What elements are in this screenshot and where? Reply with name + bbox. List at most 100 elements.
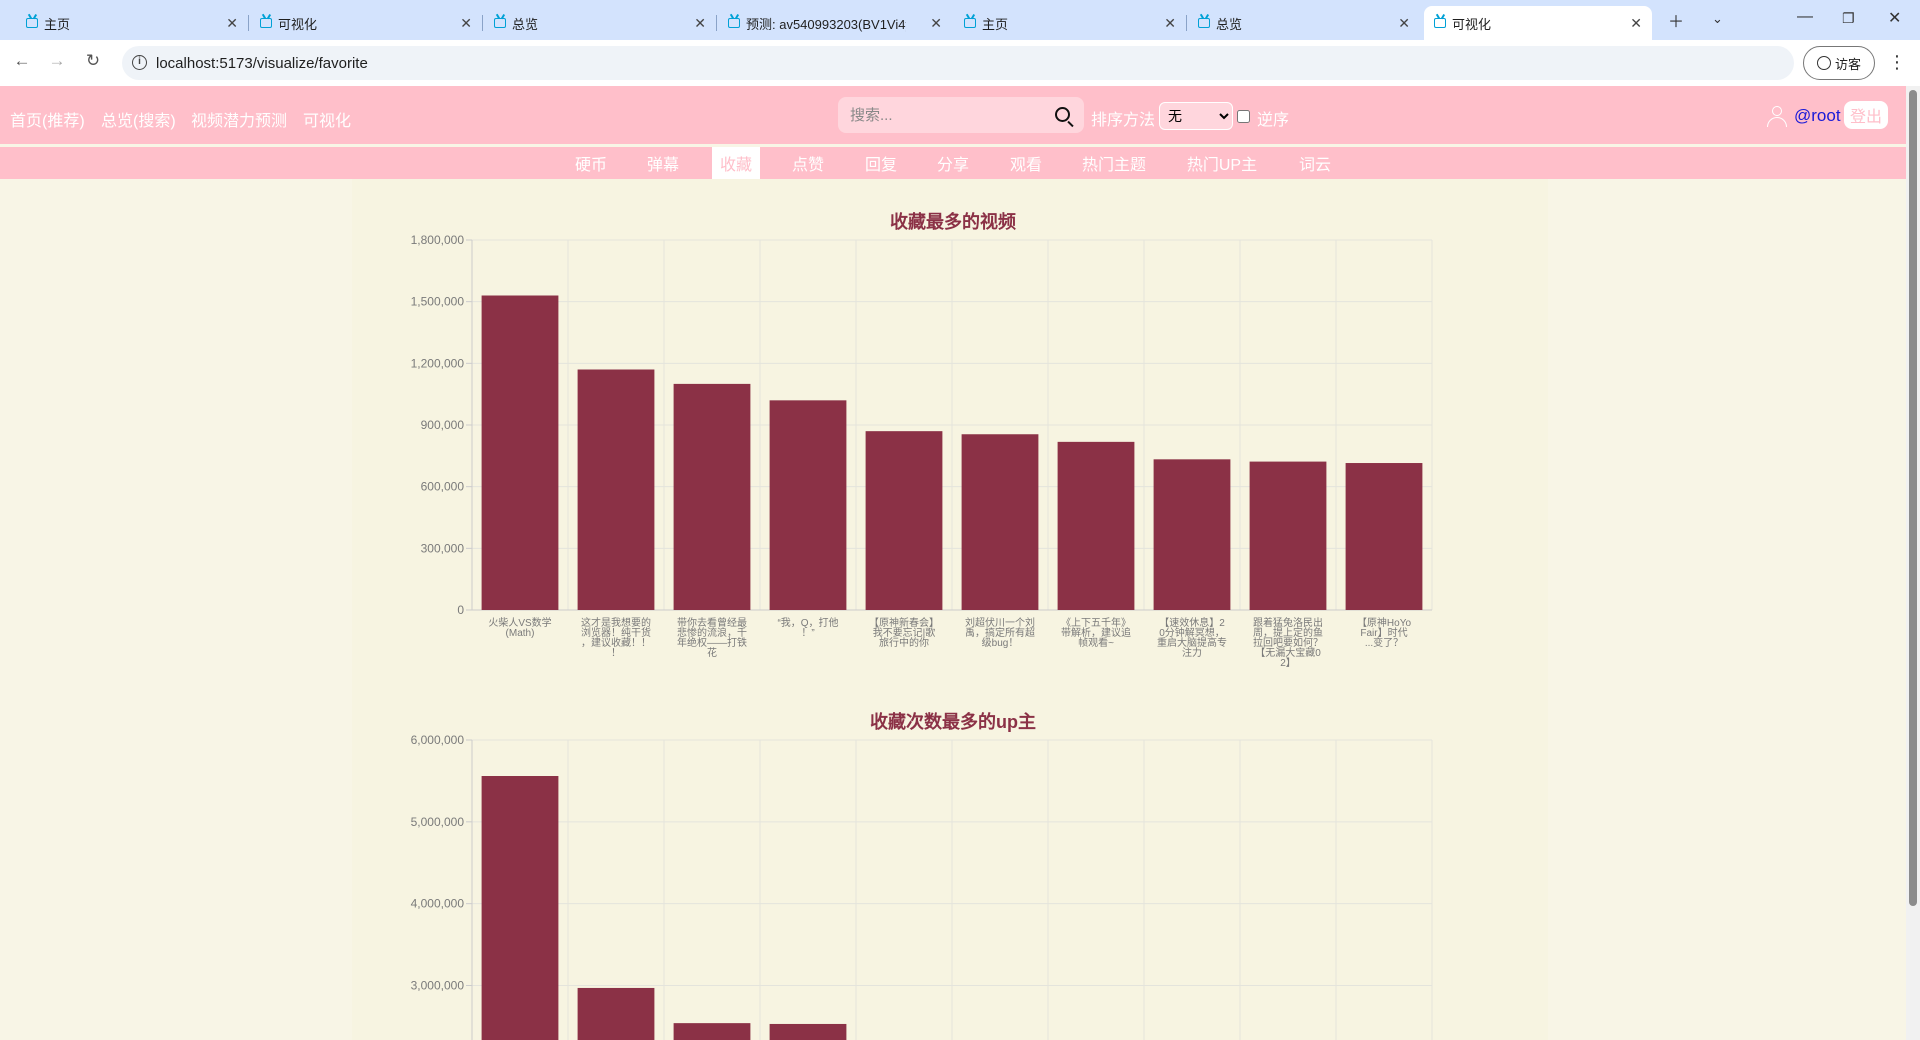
- site-info-icon[interactable]: i: [132, 55, 147, 70]
- chart-bar: [481, 295, 559, 610]
- reload-icon[interactable]: ↻: [81, 51, 105, 71]
- chart-bar: [961, 434, 1039, 610]
- close-tab-icon[interactable]: ✕: [1398, 15, 1410, 32]
- chart-bar: [1153, 459, 1231, 610]
- sub-tab-hot-uploaders[interactable]: 热门UP主: [1182, 147, 1262, 179]
- y-tick-label: 300,000: [421, 541, 465, 555]
- new-tab-icon[interactable]: ＋: [1668, 8, 1684, 32]
- chart-title-top-videos: 收藏最多的视频: [890, 212, 1016, 232]
- nav-link-home[interactable]: 首页(推荐): [10, 107, 85, 131]
- chart-bar: [673, 1023, 751, 1040]
- reverse-label: 逆序: [1257, 112, 1290, 129]
- close-tab-icon[interactable]: ✕: [694, 15, 706, 32]
- browser-tab[interactable]: 预测: av540993203(BV1Vi4y ✕: [718, 6, 952, 40]
- reverse-checkbox[interactable]: [1237, 110, 1250, 123]
- forward-arrow-icon[interactable]: →: [45, 51, 69, 71]
- sub-tab-danmaku[interactable]: 弹幕: [635, 147, 691, 179]
- browser-tab-active[interactable]: 可视化 ✕: [1424, 6, 1652, 40]
- chart-top-favorited-uploaders: 2,000,0003,000,0004,000,0005,000,0006,00…: [411, 733, 1433, 1040]
- nav-link-prediction[interactable]: 视频潜力预测: [191, 107, 287, 131]
- x-category-label: 刘超伏川一个刘禹，搞定所有超级bug！: [965, 616, 1035, 649]
- sub-tab-hot-topics[interactable]: 热门主题: [1077, 147, 1151, 179]
- x-category-label: 【原神新春会】我不要忘记|歌旅行中的你: [869, 616, 939, 649]
- chart-bar: [577, 987, 655, 1040]
- tab-title: 可视化: [278, 16, 318, 32]
- bilibili-tab-icon: [964, 18, 976, 28]
- chart-bar: [865, 431, 943, 610]
- tab-title: 主页: [44, 16, 71, 32]
- minimize-icon[interactable]: —: [1797, 8, 1813, 26]
- chart-bar: [769, 1023, 847, 1040]
- browser-tab[interactable]: 总览 ✕: [1188, 6, 1420, 40]
- y-tick-label: 5,000,000: [411, 815, 465, 829]
- y-tick-label: 3,000,000: [411, 979, 465, 993]
- tab-title: 总览: [512, 16, 539, 32]
- browser-menu-icon[interactable]: ⋮: [1888, 52, 1906, 73]
- close-tab-icon[interactable]: ✕: [460, 15, 472, 32]
- browser-toolbar: ← → ↻ i localhost:5173/visualize/favorit…: [0, 40, 1920, 86]
- sort-select[interactable]: 无: [1159, 102, 1233, 130]
- tab-divider: [1186, 15, 1187, 31]
- x-category-label: 《上下五千年》带解析，建议追帧观看~: [1061, 616, 1131, 649]
- browser-tab[interactable]: 主页 ✕: [16, 6, 249, 40]
- search-input[interactable]: [850, 106, 1040, 124]
- bilibili-tab-icon: [260, 18, 272, 28]
- chart-bar: [769, 400, 847, 610]
- x-category-label: 【原神HoYo Fair】时代...变了？: [1357, 616, 1412, 649]
- sub-tab-coins[interactable]: 硬币: [563, 147, 619, 179]
- bilibili-tab-icon: [728, 18, 740, 28]
- x-category-label: 跟着猛兔洛民出周，提上定的鱼拉回吧要如何？【无漏大宝藏0 2】: [1253, 616, 1323, 669]
- chart-bar: [1057, 441, 1135, 610]
- search-icon[interactable]: [1055, 107, 1070, 122]
- tab-title: 可视化: [1452, 16, 1492, 32]
- x-category-label: 这才是我想要的浏览器！纯干货，建议收藏！！！: [581, 616, 651, 659]
- sub-tab-shares[interactable]: 分享: [925, 147, 981, 179]
- back-arrow-icon[interactable]: ←: [10, 51, 34, 71]
- profile-icon: [1816, 56, 1831, 70]
- chart-bar: [1249, 461, 1327, 610]
- sub-tab-replies[interactable]: 回复: [853, 147, 909, 179]
- y-tick-label: 1,500,000: [411, 295, 465, 309]
- x-category-label: “我，Q，打他！”: [777, 616, 838, 639]
- visualize-sub-nav: 硬币 弹幕 收藏 点赞 回复 分享 观看 热门主题 热门UP主 词云: [0, 147, 1906, 179]
- browser-tab[interactable]: 总览 ✕: [484, 6, 717, 40]
- browser-tab[interactable]: 主页 ✕: [954, 6, 1187, 40]
- sub-tab-likes[interactable]: 点赞: [780, 147, 836, 179]
- tab-title: 总览: [1216, 16, 1243, 32]
- username[interactable]: @root: [1794, 106, 1841, 126]
- nav-link-overview[interactable]: 总览(搜索): [101, 107, 176, 131]
- close-tab-icon[interactable]: ✕: [1630, 15, 1642, 32]
- y-tick-label: 6,000,000: [411, 733, 465, 747]
- close-window-icon[interactable]: ✕: [1888, 8, 1901, 28]
- user-icon: [1767, 106, 1787, 127]
- page-scrollbar[interactable]: [1906, 86, 1920, 1040]
- chart-bar: [577, 369, 655, 610]
- logout-button[interactable]: 登出: [1844, 101, 1888, 129]
- sub-tab-favorites[interactable]: 收藏: [712, 147, 760, 179]
- close-tab-icon[interactable]: ✕: [930, 15, 942, 32]
- tab-divider: [716, 15, 717, 31]
- y-tick-label: 600,000: [421, 480, 465, 494]
- bilibili-tab-icon: [494, 18, 506, 28]
- tab-divider: [248, 15, 249, 31]
- sub-tab-views[interactable]: 观看: [998, 147, 1054, 179]
- search-box: [838, 97, 1084, 133]
- tab-search-chevron-icon[interactable]: ⌄: [1712, 11, 1723, 27]
- y-tick-label: 1,800,000: [411, 233, 465, 247]
- chart-top-favorited-videos: 0 300,000 600,000 900,000 1,200,000 1,500,000…: [411, 233, 1433, 669]
- sub-tab-wordcloud[interactable]: 词云: [1290, 147, 1340, 179]
- tab-title: 预测: av540993203(BV1Vi4y: [746, 16, 906, 32]
- scrollbar-thumb[interactable]: [1909, 90, 1917, 906]
- nav-link-visualize[interactable]: 可视化: [303, 107, 351, 131]
- restore-icon[interactable]: ❐: [1842, 10, 1855, 27]
- close-tab-icon[interactable]: ✕: [1164, 15, 1176, 32]
- app-header: 首页(推荐) 总览(搜索) 视频潜力预测 可视化 排序方法 无 逆序 @root…: [0, 86, 1906, 144]
- y-tick-label: 4,000,000: [411, 897, 465, 911]
- tab-divider: [482, 15, 483, 31]
- y-tick-label: 0: [457, 603, 464, 617]
- profile-guest-button[interactable]: 访客: [1803, 46, 1875, 80]
- address-bar[interactable]: i localhost:5173/visualize/favorite: [122, 46, 1794, 80]
- close-tab-icon[interactable]: ✕: [226, 15, 238, 32]
- browser-tab[interactable]: 可视化 ✕: [250, 6, 483, 40]
- x-category-label: 【速效休息】2 0分钟解冥想，重启大脑提高专注力: [1157, 616, 1227, 659]
